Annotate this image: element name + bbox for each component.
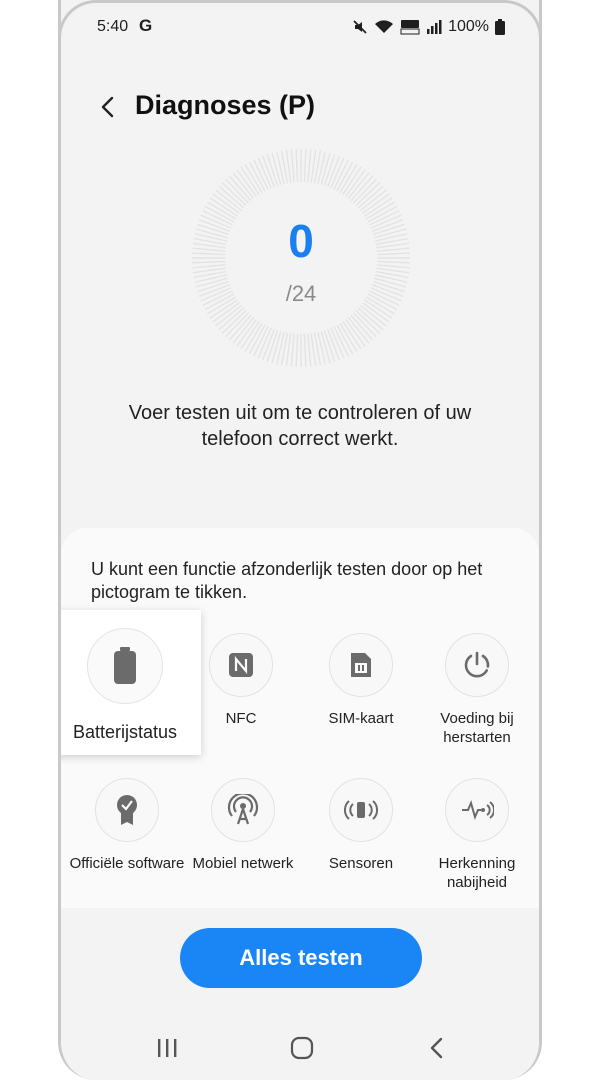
tile-label: SIM-kaart xyxy=(328,710,394,727)
gauge-tick xyxy=(228,175,252,202)
gauge-tick xyxy=(215,189,243,212)
gauge-tick xyxy=(240,166,260,195)
page-title: Diagnoses (P) xyxy=(135,90,316,120)
tests-total: /24 xyxy=(285,281,317,306)
gauge-tick xyxy=(225,312,249,338)
gauge-tick xyxy=(320,152,331,185)
tile-sensors[interactable]: Sensoren xyxy=(301,778,421,873)
battery-icon xyxy=(495,19,505,35)
gauge-tick xyxy=(221,310,247,334)
gauge-tick xyxy=(307,333,312,367)
gauge-tick xyxy=(357,185,384,209)
gauge-tick xyxy=(359,189,387,212)
gauge-tick xyxy=(303,149,307,183)
power-restart-icon xyxy=(464,651,490,678)
tile-label: Sensoren xyxy=(328,855,394,872)
hd-voice-icon xyxy=(400,19,420,35)
gauge-tick xyxy=(345,169,366,197)
gauge-tick xyxy=(342,166,362,195)
gauge-tick xyxy=(353,178,377,204)
official-software-icon xyxy=(117,795,137,825)
gauge-tick xyxy=(295,333,299,367)
status-time: 5:40 xyxy=(97,18,129,35)
progress-gauge: 0 /24 xyxy=(191,148,411,368)
gauge-tick xyxy=(215,304,243,327)
tests-completed-count: 0 xyxy=(288,215,314,267)
gauge-tick xyxy=(228,314,252,341)
gauge-tick xyxy=(232,172,255,200)
back-nav-button[interactable] xyxy=(417,1028,457,1068)
back-icon xyxy=(430,1037,443,1059)
sensors-icon xyxy=(344,800,378,820)
google-logo: G xyxy=(139,16,153,35)
tile-proximity[interactable]: Herkenning nabijheid xyxy=(417,778,537,892)
recent-apps-icon xyxy=(158,1039,177,1057)
wifi-icon xyxy=(374,19,394,35)
mute-icon xyxy=(352,19,368,35)
battery-icon xyxy=(114,647,136,684)
gauge-tick xyxy=(290,149,295,183)
tile-official-software[interactable]: Officiële software xyxy=(67,778,187,873)
test-all-button[interactable]: Alles testen xyxy=(180,928,422,988)
sim-card-icon xyxy=(351,653,371,677)
battery-percent: 100% xyxy=(448,18,489,35)
tile-power-restart[interactable]: Voeding bij herstarten xyxy=(417,633,537,747)
gauge-tick xyxy=(236,319,257,347)
gauge-tick xyxy=(290,333,295,367)
signal-icon xyxy=(426,19,442,35)
gauge-tick xyxy=(225,178,249,204)
gauge-tick xyxy=(347,172,370,200)
tile-sim-card[interactable]: SIM-kaart xyxy=(301,633,421,728)
gauge-tick xyxy=(218,185,245,209)
mobile-network-icon xyxy=(227,794,259,825)
gauge-tick xyxy=(359,304,387,327)
app-header: Diagnoses (P) xyxy=(61,88,539,128)
gauge-tick xyxy=(355,182,381,206)
gauge-tick xyxy=(295,149,299,183)
gauge-tick xyxy=(350,175,374,202)
tile-mobile-network[interactable]: Mobiel netwerk xyxy=(183,778,303,873)
gauge-tick xyxy=(218,307,245,331)
tile-label: Mobiel netwerk xyxy=(192,855,294,872)
gauge-tick xyxy=(240,321,260,350)
gauge-tick xyxy=(307,149,312,183)
gauge-tick xyxy=(303,333,307,367)
tile-nfc[interactable]: NFC xyxy=(181,633,301,728)
panel-instruction: U kunt een functie afzonderlijk testen d… xyxy=(91,559,483,602)
tile-label: Voeding bij herstarten xyxy=(440,710,514,746)
gauge-tick xyxy=(271,152,282,185)
tile-label: Officiële software xyxy=(69,855,185,872)
status-bar: 5:40 G 100% xyxy=(61,14,539,42)
tile-label: NFC xyxy=(225,710,257,727)
status-icons: 100% xyxy=(352,18,505,36)
home-button[interactable] xyxy=(282,1028,322,1068)
gauge-tick xyxy=(271,331,282,364)
tile-label: Batterijstatus xyxy=(72,722,178,742)
gauge-tick xyxy=(212,193,240,214)
gauge-tick xyxy=(357,307,384,331)
tile-label: Herkenning nabijheid xyxy=(438,855,516,891)
gauge-tick xyxy=(236,169,257,197)
chevron-left-icon xyxy=(101,96,114,118)
tile-battery-status[interactable]: Batterijstatus xyxy=(61,610,201,755)
proximity-icon xyxy=(462,800,494,820)
navigation-bar xyxy=(61,1028,539,1068)
phone-screen: 5:40 G 100% Diagnoses (P) 0 /24 Voer tes… xyxy=(58,0,542,1080)
gauge-tick xyxy=(353,312,377,338)
gauge-tick xyxy=(362,193,390,214)
gauge-tick xyxy=(345,319,366,347)
back-button[interactable] xyxy=(91,90,125,124)
gauge-tick xyxy=(342,321,362,350)
gauge-tick xyxy=(355,310,381,334)
recent-apps-button[interactable] xyxy=(147,1028,187,1068)
test-panel: U kunt een functie afzonderlijk testen d… xyxy=(61,528,539,908)
home-icon xyxy=(290,1036,314,1060)
gauge-tick xyxy=(350,314,374,341)
gauge-tick xyxy=(320,331,331,364)
gauge-tick xyxy=(347,316,370,344)
intro-text: Voer testen uit om te controleren of uw … xyxy=(128,402,472,450)
nfc-icon xyxy=(229,653,253,677)
gauge-tick xyxy=(232,316,255,344)
gauge-tick xyxy=(221,182,247,206)
